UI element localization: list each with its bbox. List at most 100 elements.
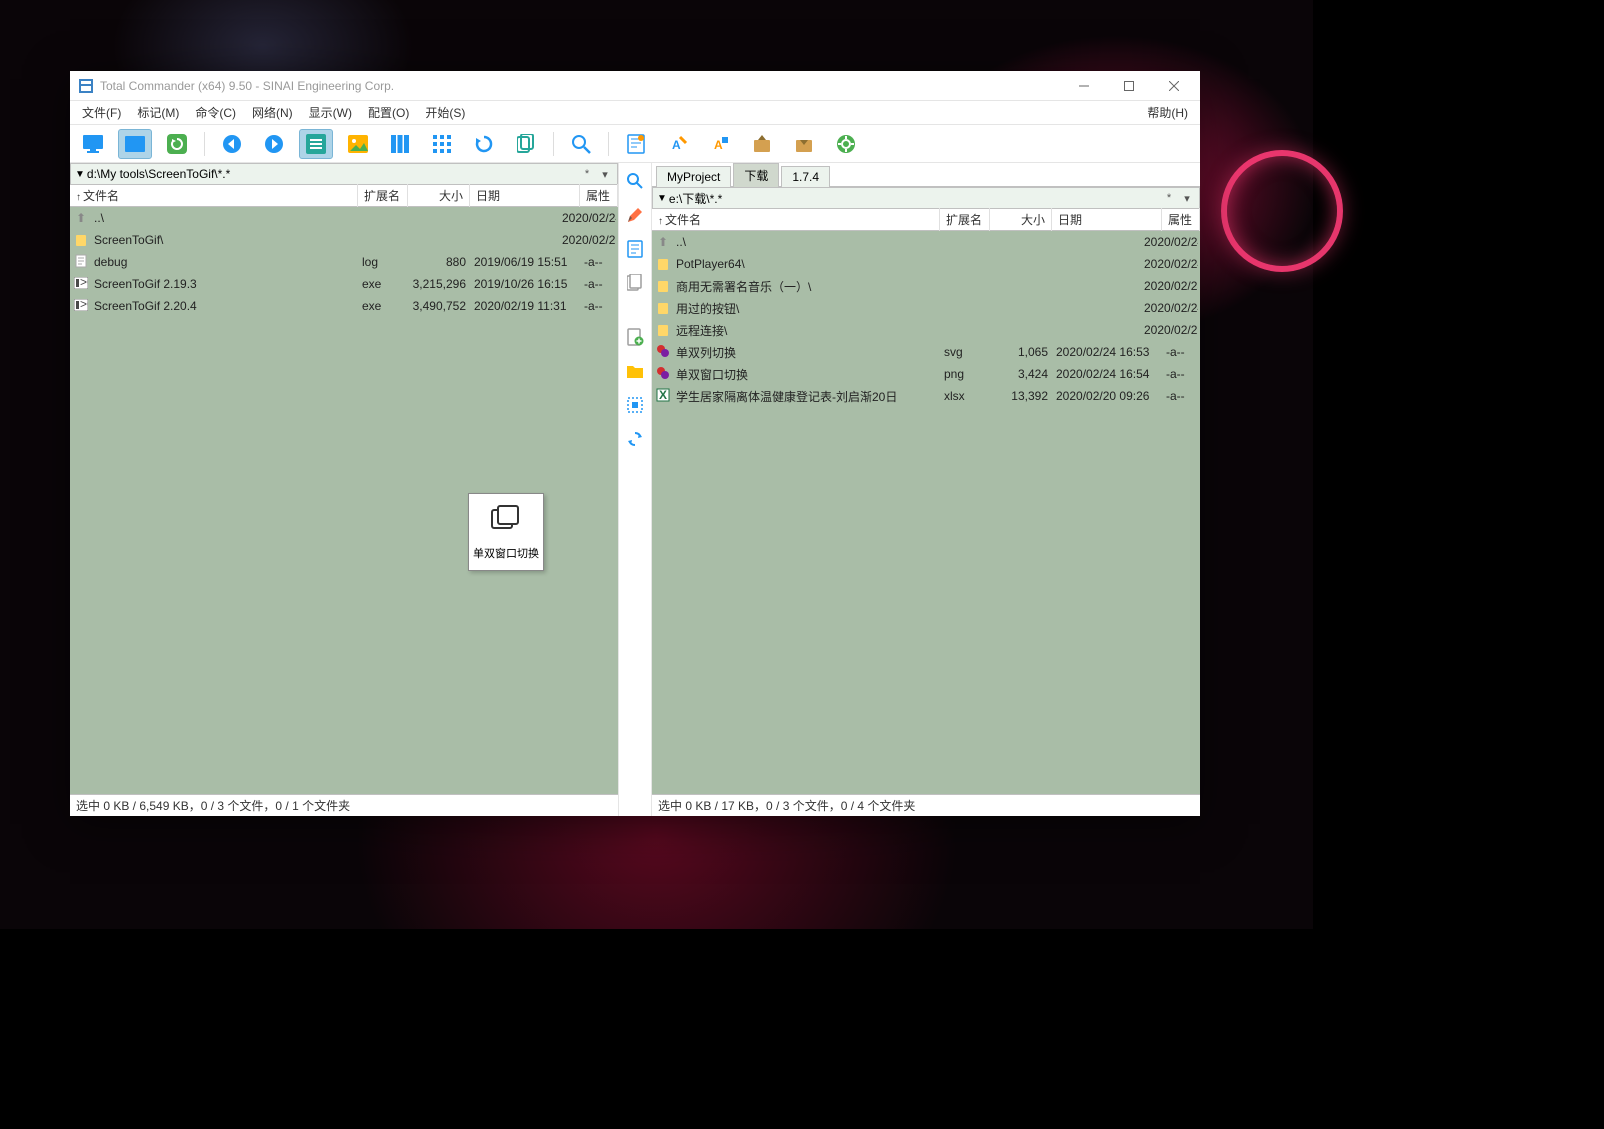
panel-single-icon[interactable] (118, 129, 152, 159)
image-icon[interactable] (341, 129, 375, 159)
mid-search-icon[interactable] (623, 169, 647, 193)
file-row[interactable]: 用过的按钮\ 2020/02/24 11:26---- (652, 297, 1200, 319)
file-row[interactable]: 远程连接\2020/02/22 13:57---- (652, 319, 1200, 341)
close-button[interactable] (1151, 71, 1196, 100)
refresh-icon[interactable] (160, 129, 194, 159)
panel-tab[interactable]: 1.7.4 (781, 166, 830, 187)
file-ext: png (940, 367, 990, 381)
col-date[interactable]: 日期 (470, 184, 580, 207)
file-size: 2020/02/22 13:57---- (1136, 323, 1198, 337)
file-row[interactable]: ScreenToGif\2020/02/21 13:50---- (70, 229, 618, 251)
file-ext: exe (358, 299, 408, 313)
left-statusbar: 选中 0 KB / 6,549 KB，0 / 3 个文件，0 / 1 个文件夹 (70, 794, 618, 816)
right-panel: MyProject下载1.7.4 ▼ e:\下载\*.* * ▾ ↑文件名 扩展… (652, 163, 1200, 816)
file-attr: -a-- (1162, 345, 1198, 359)
col-size[interactable]: 大小 (408, 184, 470, 207)
col-size[interactable]: 大小 (990, 208, 1052, 231)
path-star-icon[interactable]: * (1161, 190, 1177, 206)
path-star-icon[interactable]: * (579, 166, 595, 182)
desktop-icon[interactable] (76, 129, 110, 159)
col-ext[interactable]: 扩展名 (940, 208, 990, 231)
notepad-icon[interactable] (619, 129, 653, 159)
file-size: 3,424 (990, 367, 1052, 381)
file-row[interactable]: X学生居家隔离体温健康登记表-刘启渐20日xlsx13,3922020/02/2… (652, 385, 1200, 407)
file-date: 2020/02/24 16:54 (1140, 235, 1198, 249)
right-statusbar: 选中 0 KB / 17 KB，0 / 3 个文件，0 / 4 个文件夹 (652, 794, 1200, 816)
left-panel: ▼ d:\My tools\ScreenToGif\*.* * ▾ ↑文件名 扩… (70, 163, 618, 816)
folder-icon (658, 259, 668, 270)
gear-icon (656, 344, 670, 361)
panel-tab[interactable]: MyProject (656, 166, 731, 187)
menu-file[interactable]: 文件(F) (74, 101, 129, 124)
forward-icon[interactable] (257, 129, 291, 159)
menu-help[interactable]: 帮助(H) (1139, 101, 1196, 124)
mid-newfile-icon[interactable] (623, 325, 647, 349)
right-filelist[interactable]: ⬆..\2020/02/24 16:54----PotPlayer64\2020… (652, 231, 1200, 794)
path-dropdown-icon[interactable]: ▾ (1179, 190, 1195, 206)
mid-select-icon[interactable] (623, 393, 647, 417)
file-size: 2020/02/24 16:54---- (1136, 235, 1198, 249)
rename-a-icon[interactable]: A (661, 129, 695, 159)
col-ext[interactable]: 扩展名 (358, 184, 408, 207)
left-filelist[interactable]: ⬆..\2020/02/24 17:00r---ScreenToGif\2020… (70, 207, 618, 794)
pack-icon[interactable] (745, 129, 779, 159)
mid-edit-icon[interactable] (623, 203, 647, 227)
file-row[interactable]: ⬆..\2020/02/24 16:54---- (652, 231, 1200, 253)
grid-icon[interactable] (425, 129, 459, 159)
reload-icon[interactable] (467, 129, 501, 159)
file-name: PotPlayer64\ (672, 257, 1086, 271)
minimize-button[interactable] (1061, 71, 1106, 100)
file-row[interactable]: >GScreenToGif 2.20.4exe3,490,7522020/02/… (70, 295, 618, 317)
unpack-icon[interactable] (787, 129, 821, 159)
file-row[interactable]: 单双窗口切换png3,4242020/02/24 16:54-a-- (652, 363, 1200, 385)
file-row[interactable]: 商用无需署名音乐（一）\2020/02/23 10:48---- (652, 275, 1200, 297)
maximize-button[interactable] (1106, 71, 1151, 100)
file-name: 单双列切换 (672, 344, 940, 361)
right-pathbar[interactable]: ▼ e:\下载\*.* * ▾ (652, 187, 1200, 209)
file-name: 用过的按钮\ (672, 300, 1086, 317)
file-row[interactable]: >GScreenToGif 2.19.3exe3,215,2962019/10/… (70, 273, 618, 295)
left-path: d:\My tools\ScreenToGif\*.* (87, 167, 579, 181)
col-attr[interactable]: 属性 (580, 184, 618, 207)
col-date[interactable]: 日期 (1052, 208, 1162, 231)
menu-start[interactable]: 开始(S) (417, 101, 473, 124)
toolbar: A A (70, 125, 1200, 163)
file-date: 2020/02/21 13:50 (558, 233, 616, 247)
file-size: 2020/02/24 11:26---- (1136, 301, 1198, 315)
path-dropdown-icon[interactable]: ▾ (597, 166, 613, 182)
window-controls (1061, 71, 1196, 100)
file-date: 2020/02/19 11:31 (470, 299, 580, 313)
left-pathbar[interactable]: ▼ d:\My tools\ScreenToGif\*.* * ▾ (70, 163, 618, 185)
menu-show[interactable]: 显示(W) (301, 101, 360, 124)
file-size: 3,490,752 (408, 299, 470, 313)
menu-mark[interactable]: 标记(M) (129, 101, 187, 124)
svg-text:A: A (672, 138, 681, 152)
mid-copy-icon[interactable] (623, 271, 647, 295)
file-date: 2020/02/24 16:54 (1052, 367, 1162, 381)
mid-doc-icon[interactable] (623, 237, 647, 261)
file-date: 2020/02/24 16:53 (1052, 345, 1162, 359)
menu-net[interactable]: 网络(N) (244, 101, 301, 124)
search-icon[interactable] (564, 129, 598, 159)
list-check-icon[interactable] (299, 129, 333, 159)
file-row[interactable]: debuglog8802019/06/19 15:51-a-- (70, 251, 618, 273)
menu-config[interactable]: 配置(O) (360, 101, 417, 124)
mid-sync-icon[interactable] (623, 427, 647, 451)
folder-icon (658, 325, 668, 336)
col-name[interactable]: ↑文件名 (652, 208, 940, 231)
rename-b-icon[interactable]: A (703, 129, 737, 159)
menu-commands[interactable]: 命令(C) (187, 101, 244, 124)
panel-tab[interactable]: 下载 (733, 163, 779, 187)
settings-icon[interactable] (829, 129, 863, 159)
file-name: 商用无需署名音乐（一）\ (672, 278, 1086, 295)
file-row[interactable]: ⬆..\2020/02/24 17:00r--- (70, 207, 618, 229)
col-name[interactable]: ↑文件名 (70, 184, 358, 207)
back-icon[interactable] (215, 129, 249, 159)
copy-icon[interactable] (509, 129, 543, 159)
file-row[interactable]: 单双列切换svg1,0652020/02/24 16:53-a-- (652, 341, 1200, 363)
col-attr[interactable]: 属性 (1162, 208, 1200, 231)
mid-folder-icon[interactable] (623, 359, 647, 383)
file-row[interactable]: PotPlayer64\2020/02/24 10:03---- (652, 253, 1200, 275)
right-column-headers: ↑文件名 扩展名 大小 日期 属性 (652, 209, 1200, 231)
columns-icon[interactable] (383, 129, 417, 159)
